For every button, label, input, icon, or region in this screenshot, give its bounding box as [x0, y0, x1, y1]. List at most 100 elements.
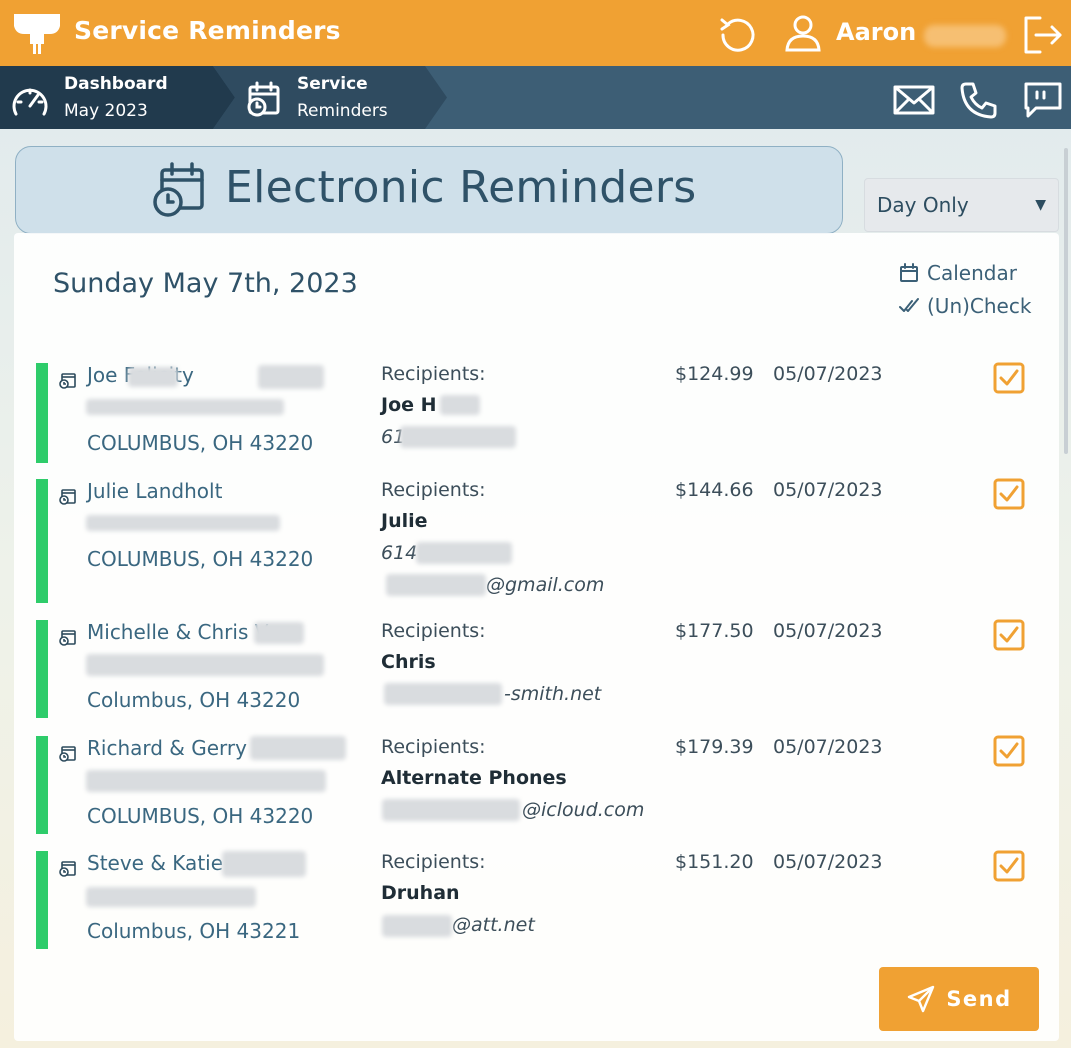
redacted	[384, 683, 502, 705]
crumb-dashboard-title[interactable]: Dashboard	[64, 74, 168, 94]
recipients-label: Recipients:	[381, 479, 486, 501]
redacted-address	[86, 654, 324, 676]
customer-name[interactable]: Julie Landholt	[87, 479, 222, 503]
reminder-date: 05/07/2023	[773, 851, 883, 873]
app-logo-icon	[14, 14, 60, 54]
phone-icon[interactable]	[958, 80, 998, 120]
redacted	[128, 367, 178, 387]
app-title: Service Reminders	[74, 16, 341, 45]
redacted	[382, 915, 452, 937]
calendar-clock-icon	[59, 373, 76, 389]
reminder-row[interactable]: Richard & Gerry COLUMBUS, OH 43220 Recip…	[36, 734, 1046, 834]
recipient-email: @icloud.com	[522, 799, 645, 821]
reminder-date: 05/07/2023	[773, 736, 883, 758]
amount: $151.20	[675, 851, 754, 873]
uncheck-toggle-link[interactable]: (Un)Check	[899, 294, 1031, 318]
redacted	[250, 736, 346, 760]
recipients-label: Recipients:	[381, 736, 486, 758]
row-status-bar	[36, 363, 48, 463]
customer-name[interactable]: Richard & Gerry	[87, 736, 247, 760]
send-button[interactable]: Send	[879, 967, 1039, 1031]
amount: $179.39	[675, 736, 754, 758]
scrollbar[interactable]	[1064, 148, 1068, 454]
row-status-bar	[36, 479, 48, 603]
view-filter-value: Day Only	[877, 193, 969, 217]
reminder-date: 05/07/2023	[773, 363, 883, 385]
customer-name[interactable]: Steve & Katie	[87, 851, 223, 875]
amount: $177.50	[675, 620, 754, 642]
checkbox-checked-icon[interactable]	[992, 618, 1026, 652]
recipient-email: @gmail.com	[486, 574, 605, 596]
recipient-contact: 614	[381, 542, 418, 564]
redacted-address	[86, 770, 326, 792]
recipients-label: Recipients:	[381, 363, 486, 385]
calendar-clock-icon	[59, 746, 76, 762]
recipient-name: Alternate Phones	[381, 767, 567, 789]
user-surname-redacted	[924, 25, 1006, 47]
recipient-name: Druhan	[381, 882, 460, 904]
crumb-service-sub[interactable]: Reminders	[297, 101, 388, 121]
checkbox-checked-icon[interactable]	[992, 849, 1026, 883]
calendar-link[interactable]: Calendar	[899, 261, 1017, 285]
recipient-name: Julie	[381, 510, 428, 532]
reminder-row[interactable]: Steve & Katie Columbus, OH 43221 Recipie…	[36, 849, 1046, 949]
gauge-icon	[12, 88, 48, 116]
reminder-date: 05/07/2023	[773, 620, 883, 642]
calendar-clock-icon	[59, 861, 76, 877]
reminder-date: 05/07/2023	[773, 479, 883, 501]
checkbox-checked-icon[interactable]	[992, 477, 1026, 511]
amount: $144.66	[675, 479, 754, 501]
reminder-row[interactable]: Joe Felicity COLUMBUS, OH 43220 Recipien…	[36, 361, 1046, 463]
row-status-bar	[36, 851, 48, 949]
send-label: Send	[946, 987, 1012, 1011]
checkbox-checked-icon[interactable]	[992, 734, 1026, 768]
row-status-bar	[36, 620, 48, 718]
user-name[interactable]: Aaron	[836, 18, 916, 46]
paper-plane-icon	[908, 985, 935, 1013]
reminder-row[interactable]: Michelle & Chris V Columbus, OH 43220 Re…	[36, 618, 1046, 718]
redacted	[222, 851, 306, 877]
recipient-name: Joe H	[381, 394, 437, 416]
redacted	[416, 542, 512, 564]
date-heading: Sunday May 7th, 2023	[53, 268, 358, 299]
refresh-icon[interactable]	[716, 14, 758, 56]
redacted	[258, 365, 324, 389]
page-title: Electronic Reminders	[225, 162, 697, 213]
amount: $124.99	[675, 363, 754, 385]
chat-icon[interactable]	[1022, 80, 1064, 120]
user-icon[interactable]	[782, 12, 824, 54]
top-bar: Service Reminders Aaron	[0, 0, 1071, 66]
recipient-name: Chris	[381, 651, 436, 673]
mail-icon[interactable]	[892, 82, 936, 118]
customer-city: COLUMBUS, OH 43220	[87, 547, 314, 571]
calendar-clock-icon	[59, 489, 76, 505]
calendar-icon	[900, 263, 918, 282]
recipient-email: @att.net	[452, 914, 535, 936]
calendar-clock-icon	[153, 162, 204, 217]
view-filter-select[interactable]: Day Only ▼	[864, 178, 1059, 232]
redacted-address	[86, 515, 280, 531]
chevron-down-icon: ▼	[1035, 197, 1046, 213]
redacted	[386, 574, 486, 596]
redacted	[254, 622, 304, 644]
recipients-label: Recipients:	[381, 620, 486, 642]
logout-icon[interactable]	[1020, 14, 1064, 56]
reminder-row[interactable]: Julie Landholt COLUMBUS, OH 43220 Recipi…	[36, 477, 1046, 603]
redacted	[440, 395, 480, 415]
recipient-email: -smith.net	[504, 683, 602, 705]
calendar-clock-icon	[247, 81, 280, 117]
customer-city: Columbus, OH 43220	[87, 688, 301, 712]
checkbox-checked-icon[interactable]	[992, 361, 1026, 395]
row-status-bar	[36, 736, 48, 834]
redacted-address	[86, 399, 284, 415]
customer-name[interactable]: Michelle & Chris V	[87, 620, 268, 644]
redacted	[382, 799, 520, 821]
redacted	[400, 426, 516, 448]
crumb-service-title[interactable]: Service	[297, 74, 368, 94]
crumb-dashboard-sub[interactable]: May 2023	[64, 101, 148, 121]
calendar-clock-icon	[59, 630, 76, 646]
recipients-label: Recipients:	[381, 851, 486, 873]
customer-city: COLUMBUS, OH 43220	[87, 431, 314, 455]
customer-city: COLUMBUS, OH 43220	[87, 804, 314, 828]
customer-city: Columbus, OH 43221	[87, 919, 301, 943]
